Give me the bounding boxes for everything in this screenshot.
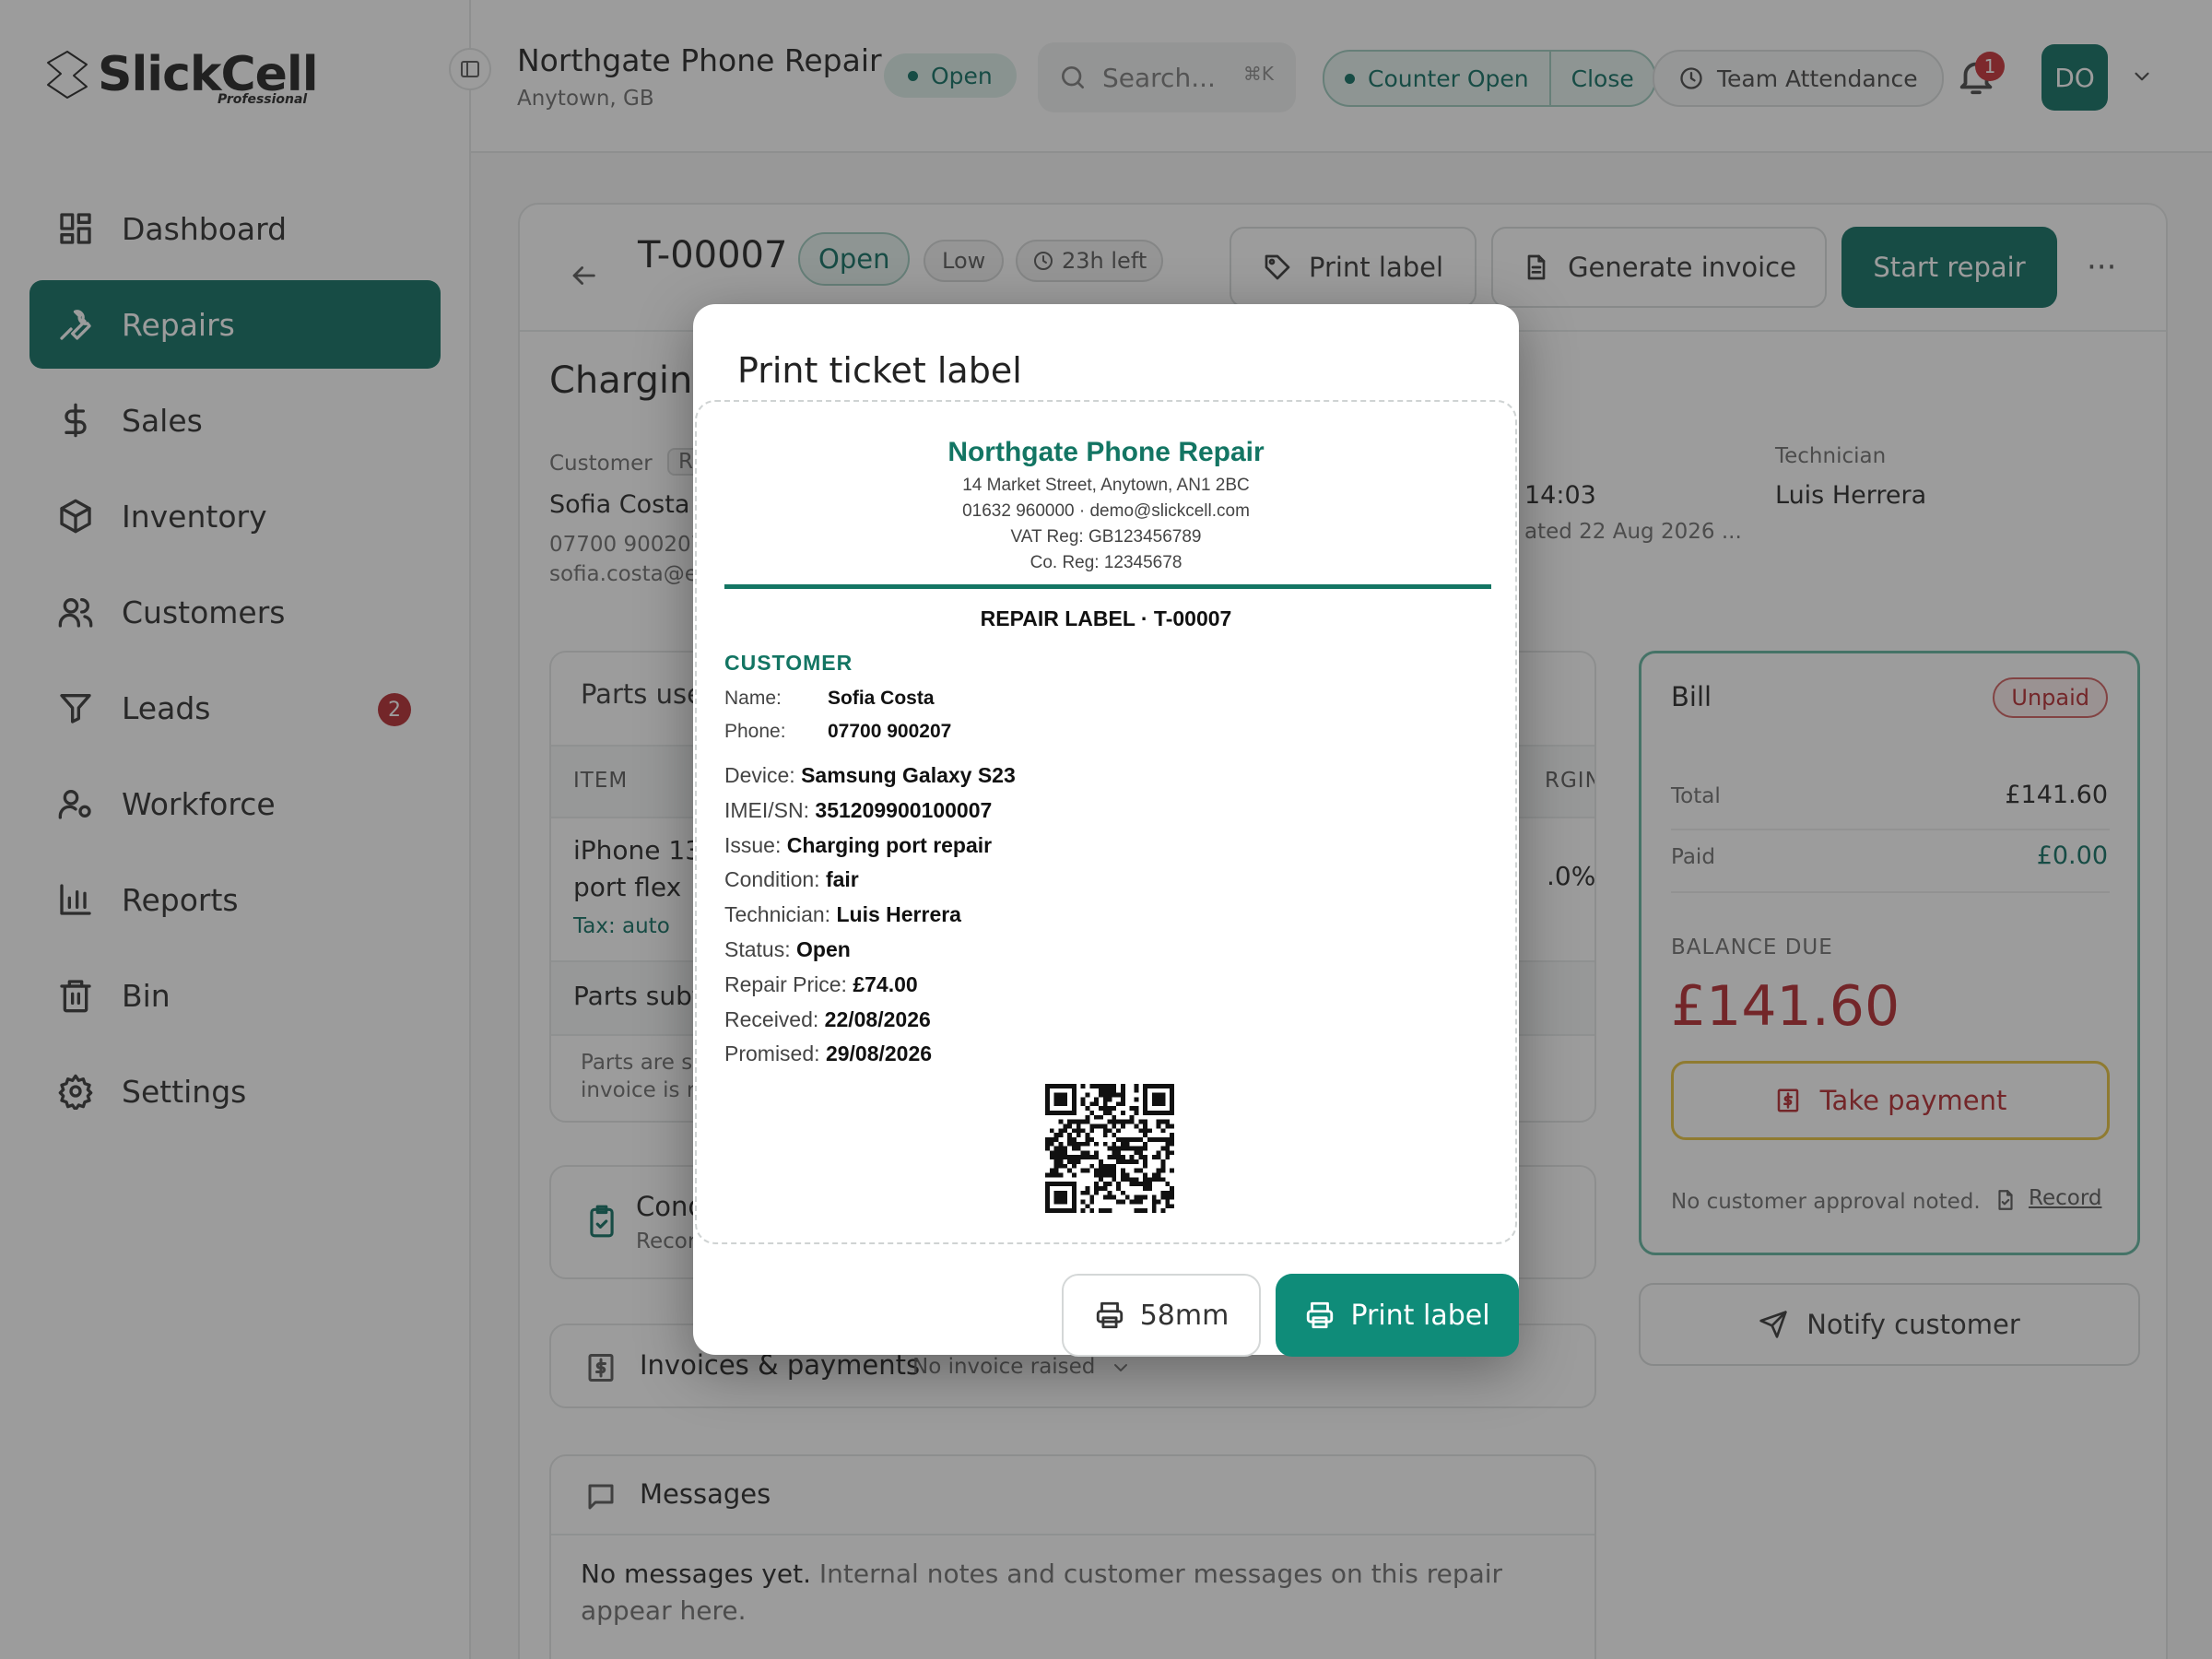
label-field-device: Device: Samsung Galaxy S23	[724, 763, 1016, 788]
label-field-condition: Condition: fair	[724, 867, 859, 892]
label-field-price: Repair Price: £74.00	[724, 972, 918, 997]
label-phone-value: 07700 900207	[828, 721, 952, 742]
field-key: Status:	[724, 937, 791, 961]
label-field-status: Status: Open	[724, 937, 851, 962]
label-store-name: Northgate Phone Repair	[947, 437, 1265, 467]
field-key: Condition:	[724, 867, 820, 891]
label-address: 14 Market Street, Anytown, AN1 2BC	[962, 476, 1250, 495]
field-key: Received:	[724, 1007, 819, 1031]
app-window: SlickCell Professional Dashboard Repairs…	[0, 0, 2212, 1659]
print-label-confirm-button[interactable]: Print label	[1276, 1274, 1519, 1357]
label-field-received: Received: 22/08/2026	[724, 1007, 931, 1032]
field-value: Open	[796, 937, 851, 961]
field-key: Issue:	[724, 833, 782, 857]
field-value: fair	[825, 867, 859, 891]
print-label-confirm-text: Print label	[1350, 1299, 1490, 1332]
label-name-value: Sofia Costa	[828, 688, 935, 709]
field-value: 29/08/2026	[825, 1041, 933, 1065]
label-divider	[724, 584, 1491, 589]
field-value: Charging port repair	[786, 833, 993, 857]
dialog-title: Print ticket label	[737, 350, 1022, 391]
field-value: 22/08/2026	[824, 1007, 931, 1031]
field-value: Luis Herrera	[836, 902, 961, 926]
field-value: 351209900100007	[815, 798, 993, 822]
label-field-promised: Promised: 29/08/2026	[724, 1041, 932, 1066]
label-phone-key: Phone:	[724, 721, 786, 742]
field-key: IMEI/SN:	[724, 798, 810, 822]
printer-icon	[1096, 1301, 1123, 1329]
label-customer-heading: CUSTOMER	[724, 651, 853, 675]
field-value: Samsung Galaxy S23	[801, 763, 1016, 787]
field-key: Repair Price:	[724, 972, 847, 996]
field-key: Promised:	[724, 1041, 820, 1065]
printer-icon	[1307, 1301, 1334, 1329]
label-contact: 01632 960000 · demo@slickcell.com	[962, 501, 1250, 521]
label-field-issue: Issue: Charging port repair	[724, 833, 992, 858]
label-size-text: 58mm	[1139, 1299, 1230, 1332]
label-field-imei: IMEI/SN: 351209900100007	[724, 798, 992, 823]
label-name-key: Name:	[724, 688, 782, 709]
label-preview: Northgate Phone Repair 14 Market Street,…	[695, 400, 1517, 1244]
field-key: Technician:	[724, 902, 831, 926]
label-co-reg: Co. Reg: 12345678	[1030, 553, 1182, 572]
label-size-button[interactable]: 58mm	[1062, 1274, 1261, 1357]
field-value: £74.00	[853, 972, 918, 996]
label-heading: REPAIR LABEL · T-00007	[980, 606, 1232, 630]
qr-code-icon	[1045, 1084, 1174, 1213]
print-label-dialog: Print ticket label Northgate Phone Repai…	[693, 304, 1519, 1357]
field-key: Device:	[724, 763, 795, 787]
label-vat: VAT Reg: GB123456789	[1010, 527, 1202, 547]
label-field-technician: Technician: Luis Herrera	[724, 902, 961, 927]
